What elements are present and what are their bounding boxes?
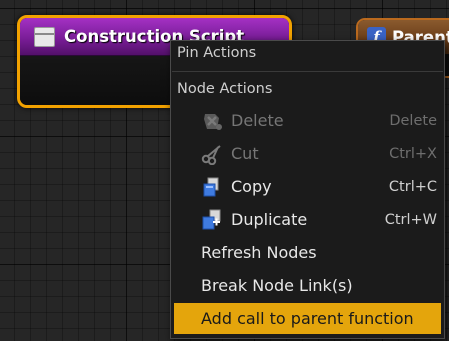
menu-item-label: Cut xyxy=(231,144,259,163)
menu-item-label: Copy xyxy=(231,177,272,196)
menu-item-duplicate[interactable]: Duplicate Ctrl+W xyxy=(174,204,441,235)
menu-item-label: Add call to parent function xyxy=(201,309,414,328)
copy-icon xyxy=(203,177,219,197)
menu-item-shortcut: Ctrl+W xyxy=(384,211,437,228)
menu-item-shortcut: Delete xyxy=(389,112,437,129)
menu-item-shortcut: Ctrl+C xyxy=(388,178,437,195)
scissors-icon xyxy=(201,145,221,165)
delete-icon xyxy=(204,114,222,130)
menu-item-break-node-links[interactable]: Break Node Link(s) xyxy=(174,270,441,301)
duplicate-icon xyxy=(202,209,221,230)
menu-item-cut[interactable]: Cut Ctrl+X xyxy=(174,138,441,169)
menu-separator xyxy=(172,71,443,72)
menu-item-label: Delete xyxy=(231,111,284,130)
menu-item-shortcut: Ctrl+X xyxy=(389,145,437,162)
menu-item-refresh-nodes[interactable]: Refresh Nodes xyxy=(174,237,441,268)
pin-actions-heading: Pin Actions xyxy=(177,45,257,61)
menu-item-add-call-to-parent-function[interactable]: Add call to parent function xyxy=(174,303,441,334)
menu-item-label: Duplicate xyxy=(231,210,308,229)
node-actions-heading: Node Actions xyxy=(177,81,273,97)
menu-item-delete[interactable]: Delete Delete xyxy=(174,105,441,136)
event-icon xyxy=(34,26,55,47)
context-menu: Pin Actions Node Actions Delete Delete C… xyxy=(170,40,445,339)
menu-item-copy[interactable]: Copy Ctrl+C xyxy=(174,171,441,202)
menu-item-label: Break Node Link(s) xyxy=(201,276,353,295)
menu-item-label: Refresh Nodes xyxy=(201,243,317,262)
